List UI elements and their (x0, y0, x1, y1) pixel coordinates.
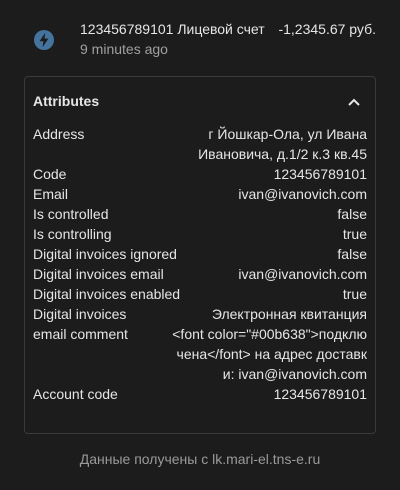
attribute-key: Is controlled (33, 206, 109, 222)
attribute-value: <font color="#00b638">подключена</font> … (172, 326, 367, 382)
attributes-title: Attributes (33, 93, 100, 109)
attribute-key: Code (33, 166, 67, 182)
attribute-row-email: Email ivan@ivanovich.com (33, 184, 367, 204)
attribute-key: email comment (33, 326, 128, 342)
attribute-value: Электронная квитанция (211, 306, 367, 322)
attribute-value: 123456789101 (273, 166, 367, 182)
attribute-row-digital-invoices-email: Digital invoices email ivan@ivanovich.co… (33, 264, 367, 284)
attribute-row-digital-invoices-enabled: Digital invoices enabled true (33, 284, 367, 304)
attribute-key: Address (33, 126, 85, 142)
attribute-row-account-code: Account code 123456789101 (33, 384, 367, 404)
attribute-row-email-comment: email comment <font color="#00b638">подк… (33, 324, 367, 384)
data-source-footer: Данные получены с lk.mari-el.tns-e.ru (79, 451, 321, 467)
attribute-value: false (337, 246, 367, 262)
last-changed-time: 9 minutes ago (80, 41, 168, 57)
attribute-value: 123456789101 (273, 386, 367, 402)
attribute-key: Is controlling (33, 226, 112, 242)
attribute-key: Email (33, 186, 69, 202)
attribute-row-is-controlled: Is controlled false (33, 204, 367, 224)
attribute-row-address: Address г Йошкар-Ола, ул Ивана Ивановича… (33, 124, 367, 164)
attribute-value: true (342, 286, 367, 302)
entity-state-value: -1,2345.67 руб. (278, 21, 376, 37)
attribute-key: Account code (33, 386, 118, 402)
attributes-header[interactable]: Attributes (25, 77, 375, 123)
attribute-row-is-controlling: Is controlling true (33, 224, 367, 244)
attribute-value: ivan@ivanovich.com (238, 186, 367, 202)
attribute-key: Digital invoices ignored (33, 246, 177, 262)
attributes-panel: Attributes Address г Йошкар-Ола, ул Иван… (24, 76, 376, 434)
chevron-up-icon[interactable] (347, 94, 361, 106)
attribute-row-code: Code 123456789101 (33, 164, 367, 184)
entity-name[interactable]: 123456789101 Лицевой счет (80, 21, 266, 37)
lightning-bolt-icon (32, 28, 56, 52)
attributes-list: Address г Йошкар-Ола, ул Ивана Ивановича… (33, 124, 367, 404)
attribute-value: true (342, 226, 367, 242)
attribute-value: г Йошкар-Ола, ул Ивана Ивановича, д.1/2 … (198, 126, 367, 162)
attribute-row-digital-invoices-ignored: Digital invoices ignored false (33, 244, 367, 264)
attribute-key: Digital invoices enabled (33, 286, 181, 302)
attribute-value: false (337, 206, 367, 222)
attribute-row-digital-invoices: Digital invoices Электронная квитанция (33, 304, 367, 324)
attribute-key: Digital invoices email (33, 266, 164, 282)
attribute-key: Digital invoices (33, 306, 127, 322)
entity-row[interactable]: 123456789101 Лицевой счет -1,2345.67 руб… (0, 0, 400, 66)
attribute-value: ivan@ivanovich.com (238, 266, 367, 282)
